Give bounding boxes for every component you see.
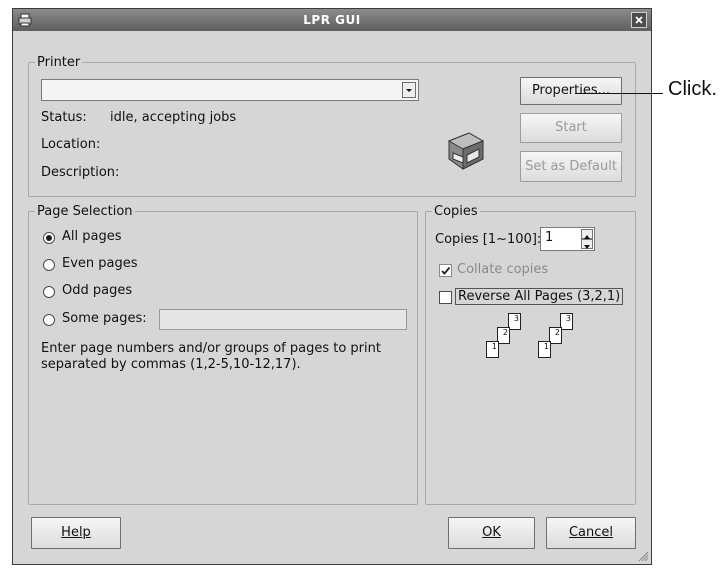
checkmark-icon xyxy=(441,266,451,275)
close-icon xyxy=(635,16,643,24)
set-default-button[interactable]: Set as Default xyxy=(520,151,622,182)
reverse-label: Reverse All Pages (3,2,1) xyxy=(455,288,624,305)
help-button-label: Help xyxy=(61,525,91,540)
radio-some-pages-control[interactable] xyxy=(43,314,55,326)
page-selection-legend: Page Selection xyxy=(37,204,133,219)
reverse-checkbox-control[interactable] xyxy=(439,291,452,304)
status-value: idle, accepting jobs xyxy=(110,110,237,125)
close-button[interactable] xyxy=(631,12,647,28)
radio-some-pages-label: Some pages: xyxy=(62,311,147,326)
spin-down-button[interactable] xyxy=(581,239,593,249)
cancel-button[interactable]: Cancel xyxy=(546,517,636,549)
ok-button[interactable]: OK xyxy=(448,517,535,549)
radio-odd-pages-label: Odd pages xyxy=(62,283,133,298)
collate-label: Collate copies xyxy=(457,262,549,277)
dropdown-button[interactable] xyxy=(402,82,416,98)
status-label: Status: xyxy=(41,110,87,125)
printer-legend: Printer xyxy=(37,55,81,70)
annotation-line xyxy=(575,93,663,94)
spin-up-button[interactable] xyxy=(581,229,593,239)
copies-legend: Copies xyxy=(434,204,478,219)
printer-select[interactable] xyxy=(41,79,419,101)
radio-even-pages-label: Even pages xyxy=(62,256,138,271)
window-title: LPR GUI xyxy=(303,13,361,27)
some-pages-input[interactable] xyxy=(159,309,407,330)
ok-button-label: OK xyxy=(482,525,501,540)
location-label: Location: xyxy=(41,137,101,152)
radio-even-pages-control[interactable] xyxy=(43,259,55,271)
set-default-button-label: Set as Default xyxy=(525,159,617,174)
title-bar[interactable]: LPR GUI xyxy=(13,9,651,31)
description-label: Description: xyxy=(41,165,120,180)
copies-count-value: 1 xyxy=(545,230,554,245)
resize-grip-icon[interactable] xyxy=(637,550,649,562)
cancel-button-label: Cancel xyxy=(568,525,614,540)
start-button[interactable]: Start xyxy=(520,113,622,143)
radio-odd-pages-control[interactable] xyxy=(43,286,55,298)
radio-all-pages-label: All pages xyxy=(62,229,122,244)
page-icon: 1 xyxy=(538,341,551,358)
spin-down-icon xyxy=(584,245,590,249)
page-hint-line1: Enter page numbers and/or groups of page… xyxy=(41,341,381,356)
page-icon: 1 xyxy=(486,341,499,358)
annotation-text: Click. xyxy=(668,78,717,100)
properties-button[interactable]: Properties... xyxy=(520,77,622,105)
page-hint-line2: separated by commas (1,2-5,10-12,17). xyxy=(41,357,301,372)
collate-checkbox-control[interactable] xyxy=(439,264,452,277)
copies-count-label: Copies [1~100]: xyxy=(435,232,542,247)
radio-all-pages-control[interactable] xyxy=(43,232,55,244)
chevron-down-icon xyxy=(406,89,412,92)
copies-spinbutton[interactable]: 1 xyxy=(540,227,595,251)
properties-button-label: Properties... xyxy=(531,83,611,98)
lpr-gui-window: LPR GUI Printer Status: idle, accepting … xyxy=(12,8,652,565)
help-button[interactable]: Help xyxy=(31,517,121,549)
start-button-label: Start xyxy=(555,120,587,135)
copies-group: Copies xyxy=(425,204,636,505)
printer-icon xyxy=(447,132,485,170)
